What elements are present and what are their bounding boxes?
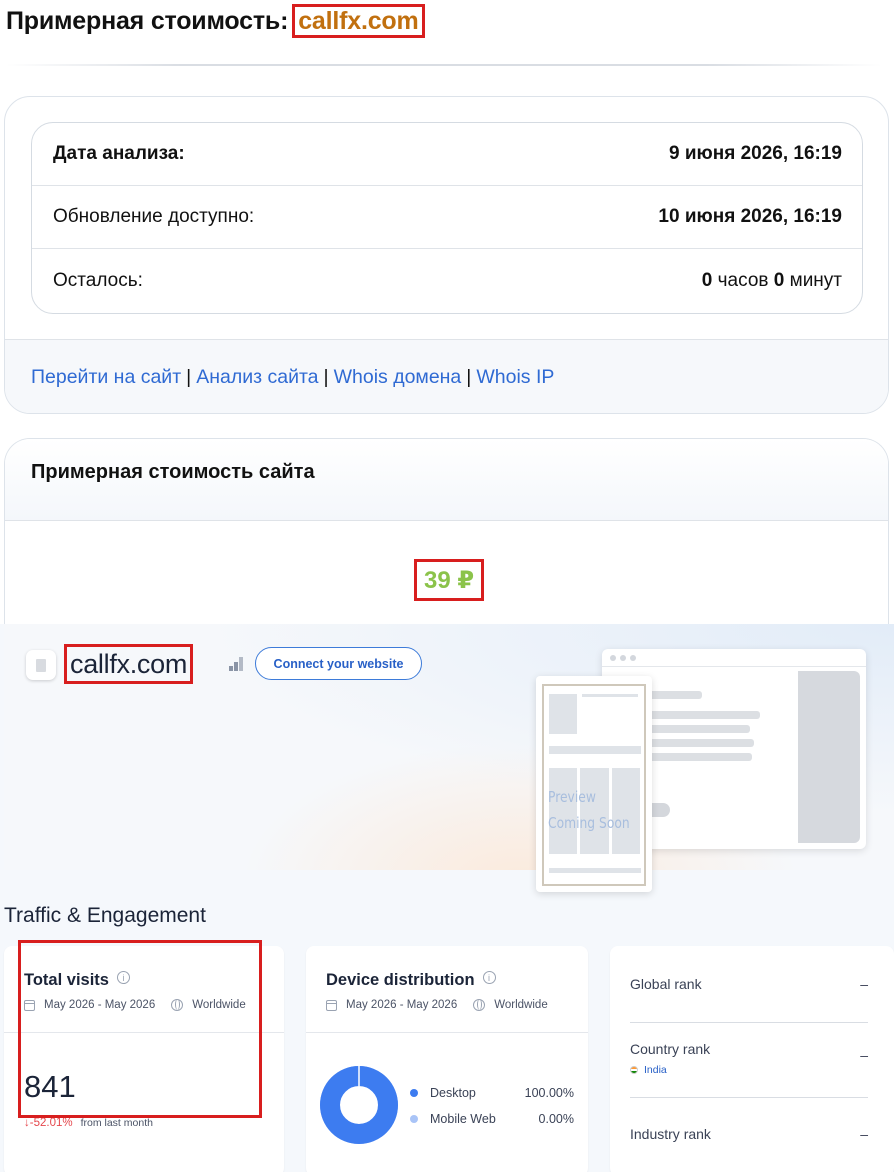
update-available-value: 10 июня 2026, 16:19 — [658, 206, 842, 227]
link-separator: | — [186, 366, 192, 388]
device-date-range: May 2026 - May 2026 — [346, 999, 458, 1011]
industry-rank-row: Industry rank – — [630, 1126, 868, 1142]
estimate-card: Примерная стоимость сайта 39 ₽ — [4, 438, 889, 638]
analysis-date-value: 9 июня 2026, 16:19 — [668, 143, 842, 164]
analysis-table: Дата анализа: 9 июня 2026, 16:19 Обновле… — [31, 122, 863, 314]
global-rank-value: – — [860, 976, 868, 992]
analysis-date-row: Дата анализа: 9 июня 2026, 16:19 — [32, 123, 862, 186]
favicon-icon — [26, 650, 56, 680]
link-separator: | — [466, 366, 472, 388]
remaining-hours: 0 — [701, 269, 713, 291]
connect-website-button[interactable]: Connect your website — [255, 647, 422, 680]
visits-change-label: from last month — [80, 1117, 153, 1129]
page-title-domain: callfx.com — [292, 4, 425, 38]
globe-icon — [171, 999, 184, 1011]
country-rank-label: Country rank — [630, 1041, 711, 1057]
preview-coming-soon: Preview Coming Soon — [548, 784, 630, 836]
india-flag-icon — [630, 1066, 638, 1074]
total-visits-date-range: May 2026 - May 2026 — [44, 999, 156, 1011]
country-link[interactable]: India — [630, 1064, 868, 1076]
country-rank-row: Country rank India – — [630, 1041, 868, 1076]
update-available-row: Обновление доступно: 10 июня 2026, 16:19 — [32, 186, 862, 249]
total-visits-title: Total visits i — [24, 971, 130, 990]
total-visits-label: Total visits — [24, 971, 109, 989]
ranks-card: Global rank – Country rank India – Indus… — [610, 946, 894, 1172]
estimate-heading: Примерная стоимость сайта — [5, 439, 888, 521]
device-donut-chart — [320, 1066, 398, 1144]
device-meta: May 2026 - May 2026 Worldwide — [326, 999, 548, 1011]
page-title-prefix: Примерная стоимость: — [6, 6, 289, 35]
device-region: Worldwide — [494, 999, 548, 1011]
traffic-engagement-title: Traffic & Engagement — [4, 904, 206, 927]
title-divider — [6, 64, 882, 66]
preview-text-line1: Preview — [548, 788, 596, 806]
site-links: Перейти на сайт | Анализ сайта | Whois д… — [5, 339, 888, 413]
device-legend: Desktop 100.00% Mobile Web 0.00% — [410, 1080, 574, 1132]
global-rank-row: Global rank – — [630, 976, 868, 992]
industry-rank-value: – — [860, 1126, 868, 1142]
analysis-date-label: Дата анализа: — [53, 143, 185, 164]
legend-desktop-value: 100.00% — [524, 1086, 574, 1100]
desktop-dot-icon — [410, 1089, 418, 1097]
rank-bars-icon — [229, 657, 247, 671]
mobile-dot-icon — [410, 1115, 418, 1123]
page-title: Примерная стоимость: callfx.com — [6, 4, 425, 38]
total-visits-region: Worldwide — [192, 999, 246, 1011]
remaining-minutes-unit: минут — [789, 269, 842, 291]
industry-rank-label: Industry rank — [630, 1126, 711, 1142]
global-rank-label: Global rank — [630, 976, 702, 992]
site-domain[interactable]: callfx.com — [64, 644, 194, 684]
similarweb-widget: callfx.com Connect your website Preview … — [0, 624, 894, 1172]
legend-mobile-name: Mobile Web — [430, 1112, 496, 1126]
legend-mobile-value: 0.00% — [538, 1112, 574, 1126]
site-hero: callfx.com Connect your website Preview … — [4, 624, 894, 892]
device-distribution-title: Device distribution i — [326, 971, 496, 990]
device-distribution-label: Device distribution — [326, 971, 475, 989]
calendar-icon — [24, 999, 35, 1011]
link-separator: | — [323, 366, 329, 388]
calendar-icon — [326, 999, 337, 1011]
remaining-label: Осталось: — [53, 269, 143, 291]
info-icon[interactable]: i — [482, 971, 496, 984]
visits-change-value: ↓-52.01% — [24, 1117, 73, 1129]
remaining-value: 0 часов 0 минут — [702, 270, 842, 292]
preview-mobile-mockup: Preview Coming Soon — [536, 676, 652, 892]
update-available-label: Обновление доступно: — [53, 206, 255, 227]
remaining-minutes: 0 — [773, 269, 785, 291]
whois-ip-link[interactable]: Whois IP — [476, 366, 554, 389]
visits-change: ↓-52.01% from last month — [24, 1117, 153, 1129]
legend-desktop: Desktop 100.00% — [410, 1080, 574, 1106]
info-icon[interactable]: i — [116, 971, 130, 984]
estimated-price: 39 ₽ — [414, 559, 484, 601]
device-distribution-card: Device distribution i May 2026 - May 202… — [306, 946, 588, 1172]
country-rank-value: – — [860, 1047, 868, 1063]
remaining-hours-unit: часов — [717, 269, 769, 291]
legend-mobile: Mobile Web 0.00% — [410, 1106, 574, 1132]
total-visits-card: Total visits i May 2026 - May 2026 World… — [4, 940, 284, 1172]
go-to-site-link[interactable]: Перейти на сайт — [31, 366, 181, 389]
site-analysis-link[interactable]: Анализ сайта — [196, 366, 318, 389]
total-visits-meta: May 2026 - May 2026 Worldwide — [24, 999, 246, 1011]
analysis-card: Дата анализа: 9 июня 2026, 16:19 Обновле… — [4, 96, 889, 414]
legend-desktop-name: Desktop — [430, 1086, 476, 1100]
globe-icon — [473, 999, 486, 1011]
whois-domain-link[interactable]: Whois домена — [334, 366, 462, 389]
preview-text-line2: Coming Soon — [548, 814, 630, 832]
remaining-row: Осталось: 0 часов 0 минут — [32, 249, 862, 312]
country-name: India — [644, 1064, 667, 1076]
total-visits-value: 841 — [24, 1069, 76, 1104]
